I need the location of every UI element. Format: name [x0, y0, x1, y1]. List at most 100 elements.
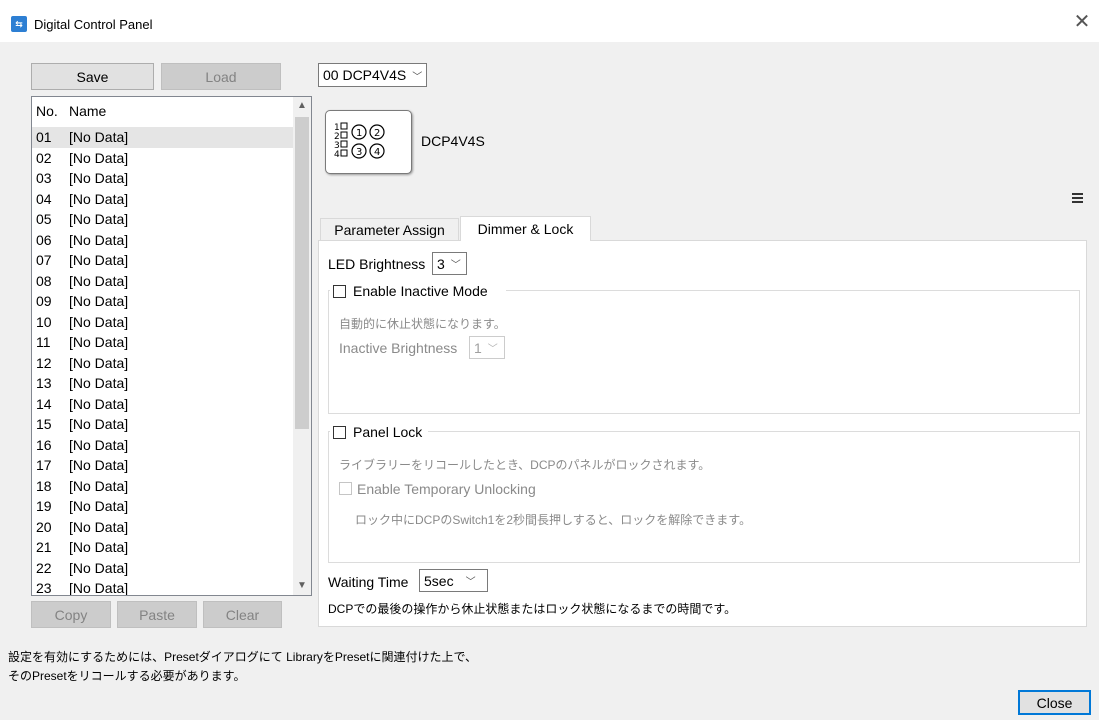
list-item-name: [No Data] [69, 518, 129, 535]
library-list[interactable]: No. Name 01 [No Data] 02 [No Data] 03 [No Dat… [31, 96, 312, 596]
enable-inactive-mode-checkbox[interactable] [333, 285, 346, 298]
device-select[interactable]: 00 DCP4V4S ﹀ [318, 63, 427, 87]
close-button[interactable]: Close [1018, 690, 1091, 715]
list-item[interactable]: 10 [No Data] [32, 312, 294, 333]
led-brightness-value: 3 [437, 255, 445, 272]
list-item-no: 04 [36, 190, 52, 207]
title-bar: ⇆ Digital Control Panel ✕ [0, 0, 1099, 42]
list-item-name: [No Data] [69, 395, 129, 412]
scroll-down-icon[interactable]: ▼ [293, 577, 311, 595]
waiting-time-value: 5sec [424, 572, 454, 589]
window-title: Digital Control Panel [34, 17, 153, 32]
list-item[interactable]: 22 [No Data] [32, 558, 294, 579]
list-scrollbar[interactable]: ▲ ▼ [293, 97, 311, 595]
app-icon: ⇆ [11, 16, 27, 32]
panel-lock-group [328, 431, 1080, 563]
temporary-unlocking-checkbox[interactable] [339, 482, 352, 495]
inactive-brightness-select[interactable]: 1 ﹀ [469, 336, 505, 359]
list-item-name: [No Data] [69, 149, 129, 166]
load-button[interactable]: Load [161, 63, 281, 90]
list-item-no: 19 [36, 498, 52, 514]
list-item[interactable]: 06 [No Data] [32, 230, 294, 251]
list-item-name: [No Data] [69, 211, 129, 227]
chevron-down-icon: ﹀ [487, 344, 498, 355]
list-item-name: [No Data] [69, 354, 129, 371]
list-item-no: 23 [36, 580, 52, 596]
preset-note-line2: そのPresetをリコールする必要があります。 [8, 669, 246, 683]
list-item-no: 14 [36, 395, 52, 412]
svg-text:3: 3 [356, 147, 362, 158]
temporary-unlocking-description: ロック中にDCPのSwitch1を2秒間長押しすると、ロックを解除できます。 [355, 513, 752, 527]
list-item[interactable]: 13 [No Data] [32, 373, 294, 394]
enable-inactive-mode-label[interactable]: Enable Inactive Mode [353, 283, 488, 299]
list-item[interactable]: 16 [No Data] [32, 435, 294, 456]
list-item[interactable]: 14 [No Data] [32, 394, 294, 415]
list-item[interactable]: 02 [No Data] [32, 148, 294, 169]
svg-text:4: 4 [374, 147, 380, 158]
list-item[interactable]: 07 [No Data] [32, 250, 294, 271]
list-item-no: 11 [36, 334, 51, 350]
list-item[interactable]: 04 [No Data] [32, 189, 294, 210]
scroll-up-icon[interactable]: ▲ [293, 97, 311, 115]
list-item-no: 10 [36, 313, 52, 330]
led-brightness-select[interactable]: 3 ﹀ [432, 252, 467, 275]
menu-icon[interactable] [1070, 190, 1086, 206]
paste-button[interactable]: Paste [117, 601, 197, 628]
svg-text:4: 4 [334, 150, 340, 160]
chevron-down-icon: ﹀ [412, 71, 423, 83]
chevron-down-icon: ﹀ [450, 260, 461, 271]
list-item[interactable]: 05 [No Data] [32, 209, 294, 230]
list-item[interactable]: 11 [No Data] [32, 332, 294, 353]
preset-note-line1: 設定を有効にするためには、Presetダイアログにて LibraryをPrese… [8, 650, 478, 664]
window-close-icon[interactable]: ✕ [1069, 10, 1095, 36]
list-item-name: [No Data] [69, 170, 129, 186]
list-item[interactable]: 21 [No Data] [32, 537, 294, 558]
column-header-no[interactable]: No. [36, 103, 58, 119]
list-item-name: [No Data] [69, 436, 129, 453]
scrollbar-thumb[interactable] [295, 117, 309, 429]
list-item-name: [No Data] [69, 334, 129, 350]
list-item[interactable]: 09 [No Data] [32, 291, 294, 312]
panel-lock-label[interactable]: Panel Lock [353, 424, 422, 440]
list-item[interactable]: 12 [No Data] [32, 353, 294, 374]
list-item[interactable]: 03 [No Data] [32, 168, 294, 189]
list-item[interactable]: 23 [No Data] [32, 578, 294, 596]
panel-lock-description: ライブラリーをリコールしたとき、DCPのパネルがロックされます。 [339, 458, 711, 472]
list-item-no: 16 [36, 436, 52, 453]
list-item-no: 06 [36, 231, 52, 248]
list-item-name: [No Data] [69, 231, 129, 248]
column-header-name[interactable]: Name [69, 103, 106, 119]
list-item-no: 01 [36, 129, 52, 145]
list-item-no: 15 [36, 416, 52, 432]
list-item-name: [No Data] [69, 457, 129, 473]
tab-parameter-assign[interactable]: Parameter Assign [320, 218, 459, 240]
svg-text:2: 2 [374, 128, 380, 139]
list-item[interactable]: 15 [No Data] [32, 414, 294, 435]
list-item-name: [No Data] [69, 539, 129, 555]
waiting-time-select[interactable]: 5sec ﹀ [419, 569, 488, 592]
list-item[interactable]: 19 [No Data] [32, 496, 294, 517]
chevron-down-icon: ﹀ [465, 577, 476, 588]
temporary-unlocking-label[interactable]: Enable Temporary Unlocking [357, 481, 536, 497]
list-item-name: [No Data] [69, 252, 129, 268]
list-item[interactable]: 17 [No Data] [32, 455, 294, 476]
copy-button[interactable]: Copy [31, 601, 111, 628]
waiting-time-description: DCPでの最後の操作から休止状態またはロック状態になるまでの時間です。 [328, 602, 737, 616]
list-item-name: [No Data] [69, 375, 129, 391]
list-header: No. Name [32, 97, 294, 123]
save-button[interactable]: Save [31, 63, 154, 90]
list-item[interactable]: 01 [No Data] [32, 127, 294, 148]
list-item[interactable]: 08 [No Data] [32, 271, 294, 292]
dcp-panel-icon: 1 2 3 4 1 2 3 4 [334, 122, 385, 160]
list-item[interactable]: 20 [No Data] [32, 517, 294, 538]
list-item-name: [No Data] [69, 272, 129, 289]
device-model-label: DCP4V4S [421, 133, 485, 149]
list-item-name: [No Data] [69, 129, 129, 145]
inactive-brightness-label: Inactive Brightness [339, 340, 458, 356]
list-item[interactable]: 18 [No Data] [32, 476, 294, 497]
clear-button[interactable]: Clear [203, 601, 282, 628]
list-item-no: 12 [36, 354, 52, 371]
tab-dimmer-lock[interactable]: Dimmer & Lock [460, 216, 591, 241]
panel-lock-checkbox[interactable] [333, 426, 346, 439]
list-item-name: [No Data] [69, 477, 129, 494]
